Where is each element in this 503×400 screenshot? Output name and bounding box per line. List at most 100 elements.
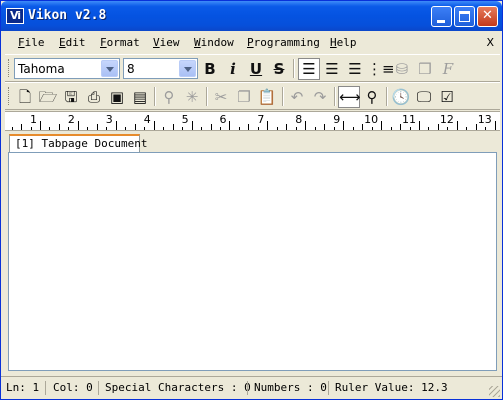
ruler-label: 12 <box>439 113 454 126</box>
italic-button[interactable]: i <box>222 58 244 80</box>
ruler-tick <box>201 127 202 130</box>
cylinder-icon: ⛁ <box>395 60 409 78</box>
location-pin-icon: ⚲ <box>366 88 378 106</box>
fullscreen-button[interactable]: 🖵 <box>413 86 435 108</box>
document-properties-button[interactable]: ▤ <box>129 86 151 108</box>
chevron-down-icon[interactable] <box>101 60 118 77</box>
function-button[interactable]: F <box>437 58 459 80</box>
align-right-button[interactable]: ☰ <box>344 58 366 80</box>
app-icon: Vi <box>6 8 24 24</box>
ruler-tick <box>173 124 174 130</box>
maximize-button[interactable] <box>454 6 475 27</box>
ruler-tick <box>305 121 306 130</box>
ruler-label: 8 <box>295 113 303 126</box>
ruler-label: 3 <box>105 113 113 126</box>
goto-location-button[interactable]: ⚲ <box>361 86 383 108</box>
insert-box-button[interactable]: ❒ <box>414 58 436 80</box>
align-left-button[interactable]: ☰ <box>298 58 320 80</box>
toolbar-grip[interactable] <box>8 59 11 77</box>
ruler-tick <box>400 124 401 130</box>
tab-document[interactable]: [1] Tabpage Document <box>9 134 147 153</box>
menu-help[interactable]: Help <box>330 36 357 49</box>
ruler-tick <box>211 124 212 130</box>
status-line: Ln: 1 <box>6 381 40 394</box>
page-icon: ▤ <box>132 88 148 106</box>
document-editor[interactable] <box>8 152 497 371</box>
menu-window[interactable]: Window <box>194 36 234 49</box>
clock-icon: 🕓 <box>391 88 411 106</box>
menu-edit[interactable]: Edit <box>59 36 86 49</box>
print-button[interactable]: ⎙ <box>83 86 105 108</box>
copy-button[interactable]: ❐ <box>233 86 255 108</box>
insert-object-button[interactable]: ⛁ <box>391 58 413 80</box>
title-bar[interactable]: Vi Vikon v2.8 ✕ <box>1 1 502 31</box>
font-family-select[interactable]: Tahoma <box>14 58 120 79</box>
paste-button[interactable]: 📋 <box>256 86 278 108</box>
mdi-close-button[interactable]: X <box>486 36 494 49</box>
ruler-tick <box>362 124 363 130</box>
font-size-select[interactable]: 8 <box>123 58 198 79</box>
toolbar-separator <box>206 87 208 106</box>
ruler-tick <box>485 127 486 130</box>
underline-button[interactable]: U <box>245 58 267 80</box>
ruler-tick <box>334 127 335 130</box>
strikethrough-button[interactable]: S <box>268 58 290 80</box>
chevron-down-icon[interactable] <box>179 60 196 77</box>
toolbar-grip[interactable] <box>8 87 11 105</box>
ruler-tick <box>438 124 439 130</box>
cut-button[interactable]: ✂ <box>210 86 232 108</box>
ruler-tick <box>476 124 477 130</box>
tab-label: [1] Tabpage Document <box>15 137 148 150</box>
cube-icon: ❒ <box>418 60 432 78</box>
ruler-tick <box>466 127 467 130</box>
ruler-label: 7 <box>257 113 265 126</box>
ruler[interactable]: 1 2 3 4 5 6 7 8 9 10 11 12 13 <box>5 111 500 131</box>
ruler-tick <box>125 127 126 130</box>
maximize-icon <box>459 11 470 22</box>
menu-programming[interactable]: Programming <box>247 36 320 49</box>
resize-grip[interactable] <box>489 386 500 397</box>
bullet-list-button[interactable]: ⋮≡ <box>367 58 395 80</box>
ruler-tick <box>410 127 411 130</box>
function-icon: F <box>442 60 454 78</box>
status-separator <box>45 381 46 395</box>
minimize-icon <box>437 20 445 23</box>
ruler-tick <box>258 127 259 130</box>
insert-time-button[interactable]: 🕓 <box>390 86 412 108</box>
window-title: Vikon v2.8 <box>28 8 107 23</box>
toolbar-separator <box>386 87 388 106</box>
status-bar: Ln: 1 Col: 0 Special Characters : 0 Numb… <box>1 376 502 399</box>
open-button[interactable]: 🗁 <box>37 86 59 108</box>
ruler-tick <box>229 121 230 130</box>
undo-button[interactable]: ↶ <box>286 86 308 108</box>
align-center-button[interactable]: ☰ <box>321 58 343 80</box>
print-preview-button[interactable]: ▣ <box>106 86 128 108</box>
checkbox-icon: ☑ <box>440 88 454 106</box>
ruler-label: 1 <box>30 113 37 126</box>
printer-icon: ⎙ <box>87 88 100 106</box>
find-button[interactable]: ⚲ <box>158 86 180 108</box>
ruler-label: 10 <box>364 113 379 126</box>
close-button[interactable]: ✕ <box>477 6 498 27</box>
ruler-tick <box>372 127 373 130</box>
menu-format[interactable]: Format <box>100 36 140 49</box>
menu-view[interactable]: View <box>153 36 180 49</box>
ruler-tick <box>457 121 458 130</box>
word-wrap-toggle[interactable]: ⟷ <box>338 86 361 108</box>
magnifier-icon: ⚲ <box>163 88 175 106</box>
redo-button[interactable]: ↷ <box>309 86 331 108</box>
bold-button[interactable]: B <box>199 58 221 80</box>
special-button[interactable]: ✳ <box>181 86 203 108</box>
ruler-tick <box>447 127 448 130</box>
toolbar-separator <box>154 87 156 106</box>
align-left-icon: ☰ <box>302 60 316 78</box>
ruler-tick <box>78 121 79 130</box>
menu-file[interactable]: File <box>18 36 45 49</box>
ruler-tick <box>182 127 183 130</box>
ruler-tick <box>192 121 193 130</box>
save-button[interactable]: 🖫 <box>60 86 82 108</box>
minimize-button[interactable] <box>431 6 452 27</box>
status-separator <box>247 381 248 395</box>
new-button[interactable]: 🗋 <box>14 86 36 108</box>
check-button[interactable]: ☑ <box>436 86 458 108</box>
